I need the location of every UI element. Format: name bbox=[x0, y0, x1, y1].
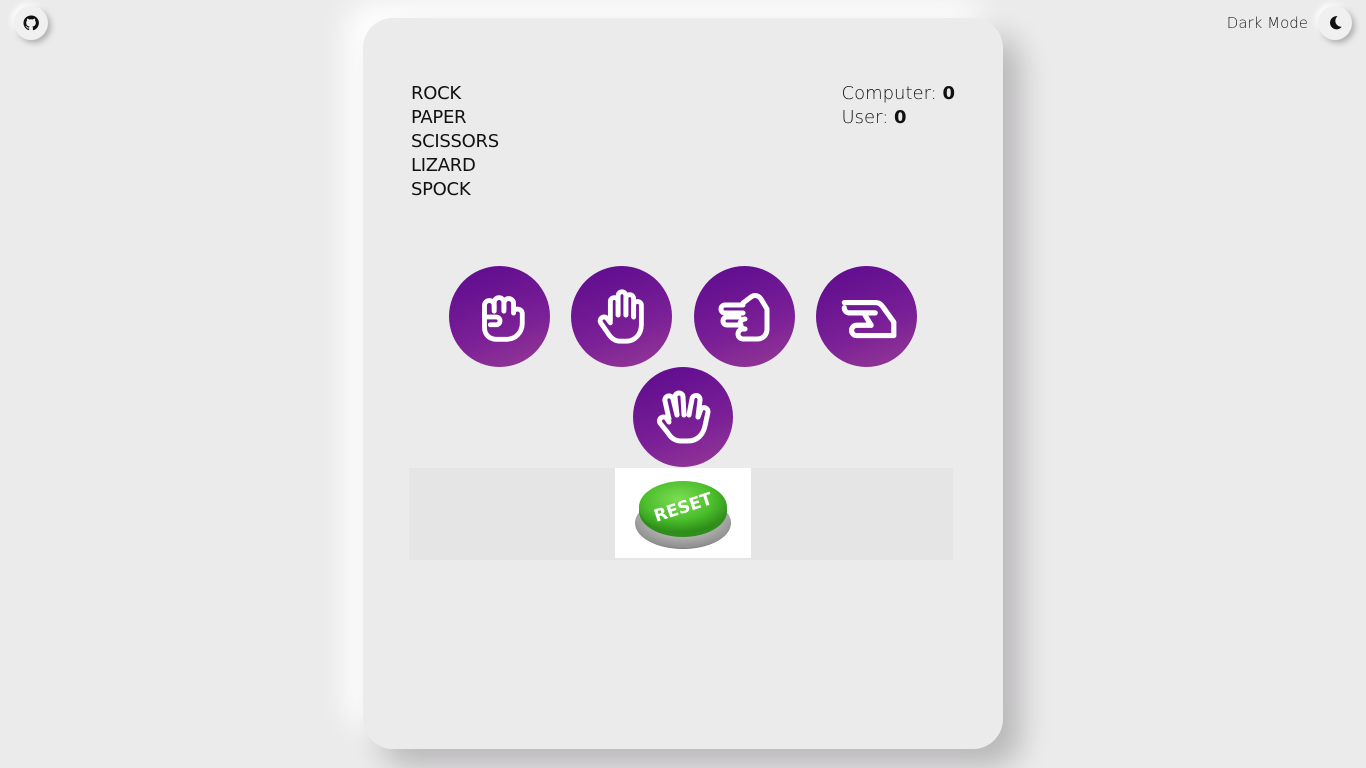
title-line-paper: PAPER bbox=[411, 107, 467, 128]
scoreboard: Computer: 0 User: 0 bbox=[842, 82, 956, 130]
user-score-value: 0 bbox=[894, 107, 907, 128]
open-hand-icon bbox=[597, 288, 644, 344]
dark-mode-label: Dark Mode bbox=[1226, 14, 1308, 32]
github-icon bbox=[23, 15, 39, 31]
computer-score-label: Computer: bbox=[841, 83, 937, 104]
github-button[interactable] bbox=[14, 6, 48, 40]
computer-score: Computer: 0 bbox=[842, 82, 956, 106]
title-line-lizard: LIZARD bbox=[411, 155, 476, 176]
lizard-hand-icon bbox=[841, 299, 896, 338]
reset-button-graphic: RESET bbox=[635, 481, 731, 549]
rock-button[interactable] bbox=[449, 266, 550, 367]
vulcan-salute-icon bbox=[657, 390, 711, 444]
game-card: ROCK PAPER SCISSORS LIZARD SPOCK Compute… bbox=[363, 18, 1003, 749]
user-score: User: 0 bbox=[842, 106, 956, 130]
scissors-button[interactable] bbox=[694, 266, 795, 367]
spock-button[interactable] bbox=[633, 367, 733, 467]
fist-icon bbox=[481, 294, 525, 342]
lizard-button[interactable] bbox=[816, 266, 917, 367]
user-score-label: User: bbox=[841, 107, 889, 128]
title-line-scissors: SCISSORS bbox=[411, 131, 499, 152]
moon-icon bbox=[1329, 16, 1342, 30]
dark-mode-toggle[interactable]: Dark Mode bbox=[1227, 6, 1352, 40]
scissors-hand-icon bbox=[718, 292, 769, 341]
reset-button[interactable]: RESET bbox=[615, 468, 751, 558]
title-line-spock: SPOCK bbox=[411, 179, 471, 200]
computer-score-value: 0 bbox=[942, 83, 955, 104]
dark-mode-button[interactable] bbox=[1318, 6, 1352, 40]
title-line-rock: ROCK bbox=[411, 83, 461, 104]
game-title: ROCK PAPER SCISSORS LIZARD SPOCK bbox=[411, 82, 499, 202]
paper-button[interactable] bbox=[571, 266, 672, 367]
